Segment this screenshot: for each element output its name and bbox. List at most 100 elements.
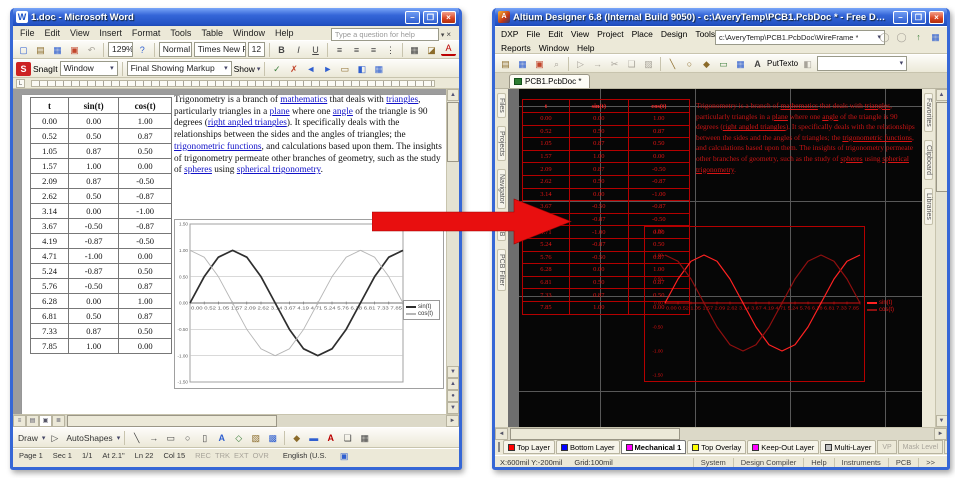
hyperlink[interactable]: spheres [840,154,862,163]
layer-control-button[interactable]: Clear [944,440,950,454]
tables-borders-icon[interactable]: ▦ [371,62,386,76]
macro-icon[interactable]: ◧ [800,57,815,71]
shadow-style-icon[interactable]: ❏ [340,431,355,445]
style-combo[interactable]: Normal ▾ [159,42,192,57]
panel-tab[interactable]: Files [497,93,506,118]
layer-tab[interactable]: Multi-Layer [820,440,876,454]
new-document-icon[interactable]: ▢ [16,43,31,57]
back-icon[interactable]: ◯ [877,30,892,44]
cut-icon[interactable]: ✂ [607,57,622,71]
font-combo[interactable]: Times New Roman ▾ [194,42,246,57]
layer-control-button[interactable]: VP [877,440,896,454]
horizontal-ruler[interactable]: L [13,78,459,89]
line-color-icon[interactable]: ▬ [306,431,321,445]
hyperlink[interactable]: spherical trigonometry [237,165,321,175]
select-objects-icon[interactable]: ▷ [47,431,62,445]
line-icon[interactable]: ╲ [129,431,144,445]
menu-item[interactable]: Insert [94,27,127,39]
draw-dropdown-icon[interactable]: ▾ [42,434,46,442]
scroll-up-icon[interactable]: ▲ [936,89,948,101]
panel-tab[interactable]: Favorites [924,93,933,132]
layer-tab[interactable]: Top Layer [503,440,555,454]
type-question-box[interactable]: Type a question for help [331,28,439,41]
fill-color-icon[interactable]: ◆ [289,431,304,445]
hyperlink[interactable]: triangles [386,95,418,105]
menu-item[interactable]: Reports [497,43,535,53]
scroll-down-icon[interactable]: ▼ [447,366,459,378]
layer-control-button[interactable]: Mask Level [898,440,943,454]
menu-item[interactable]: Edit [544,29,567,39]
scroll-left-icon[interactable]: ◄ [495,428,508,440]
zoom-combo[interactable]: 129% ▾ [108,42,133,57]
menu-item[interactable]: Format [127,27,166,39]
word-titlebar[interactable]: W 1.doc - Microsoft Word – ❐ × [13,8,459,26]
diagram-icon[interactable]: ◇ [231,431,246,445]
layer-tab[interactable]: Bottom Layer [556,440,620,454]
menu-item[interactable]: Window [228,27,270,39]
tab-selector[interactable]: L [16,79,25,88]
panel-button[interactable]: Help [803,458,833,467]
minimize-button[interactable]: – [893,11,908,24]
draw-menu[interactable]: Draw [16,433,40,443]
spellcheck-book-icon[interactable]: ▣ [337,450,352,462]
document-path-combo[interactable]: c:\AveryTemp\PCB1.PcbDoc\WireFrame * ▾ [715,30,885,45]
markup-display-combo[interactable]: Final Showing Markup ▾ [127,61,232,76]
minimize-button[interactable]: – [405,11,420,24]
autoshapes-dropdown-icon[interactable]: ▾ [117,434,121,442]
menu-item[interactable]: View [567,29,593,39]
panel-tab[interactable]: Projects [497,126,506,161]
snagit-target-combo[interactable]: Window ▾ [60,61,118,76]
snagit-icon[interactable]: S [16,62,31,76]
browse-next-icon[interactable]: ▼ [447,402,459,414]
wordart-icon[interactable]: A [214,431,229,445]
panel-button[interactable]: Design Compiler [733,458,803,467]
markup-dropdown-icon[interactable]: ▾ [224,62,228,75]
next-change-icon[interactable]: ► [320,62,335,76]
show-menu[interactable]: Show [234,64,255,74]
align-left-icon[interactable]: ≡ [332,43,347,57]
print-icon[interactable]: ▣ [67,43,82,57]
place-component-icon[interactable]: ▦ [733,57,748,71]
insert-comment-icon[interactable]: ▭ [337,62,352,76]
pcb-canvas[interactable]: tsin(t)cos(t)0.000.001.000.520.500.871.0… [508,89,922,427]
status-mode[interactable]: OVR [253,451,269,460]
open-icon[interactable]: ▤ [33,43,48,57]
pcb-trig-chart[interactable]: 1.501.000.500.00-0.50-1.00-1.500.00 0.52… [644,226,865,382]
highlight-icon[interactable]: ◪ [424,43,439,57]
rectangle-icon[interactable]: ▭ [163,431,178,445]
panel-button[interactable]: Instruments [834,458,888,467]
menu-item[interactable]: File [522,29,544,39]
save-icon[interactable]: ▦ [515,57,530,71]
reviewing-pane-icon[interactable]: ◧ [354,62,369,76]
combo-dropdown-icon[interactable]: ▾ [900,57,904,70]
menu-item[interactable]: Window [535,43,573,53]
copy-icon[interactable]: ❏ [624,57,639,71]
status-mode[interactable]: EXT [234,451,249,460]
restore-button[interactable]: ❐ [423,11,438,24]
menu-item[interactable]: Design [657,29,691,39]
hyperlink[interactable]: trigonometric functions [842,133,912,142]
menu-item[interactable]: Help [573,43,598,53]
restore-button[interactable]: ❐ [911,11,926,24]
undo-icon[interactable]: ↶ [84,43,99,57]
scroll-down-icon[interactable]: ▼ [936,415,948,427]
hyperlink[interactable]: triangles [865,101,890,110]
normal-view-button[interactable]: ≡ [13,415,26,427]
font-color-icon[interactable]: A [441,43,456,56]
forward-icon[interactable]: ◯ [894,30,909,44]
zoom-tool-icon[interactable]: ⌕ [549,57,564,71]
altium-vertical-scrollbar[interactable]: ▲ ▼ [935,89,947,427]
panel-button[interactable]: System [693,458,733,467]
menu-item[interactable]: File [15,27,40,39]
hyperlink[interactable]: plane [270,107,290,117]
hscroll-track[interactable] [508,428,934,440]
scrollbar-thumb[interactable] [447,102,459,162]
up-icon[interactable]: ↑ [911,30,926,44]
move-icon[interactable]: → [590,57,605,71]
panel-tab[interactable]: PCB Filter [497,249,506,291]
bold-icon[interactable]: B [274,43,289,57]
web-layout-button[interactable]: ▤ [26,415,39,427]
close-button[interactable]: × [929,11,944,24]
hyperlink[interactable]: angle [822,112,838,121]
paste-icon[interactable]: ▨ [641,57,656,71]
